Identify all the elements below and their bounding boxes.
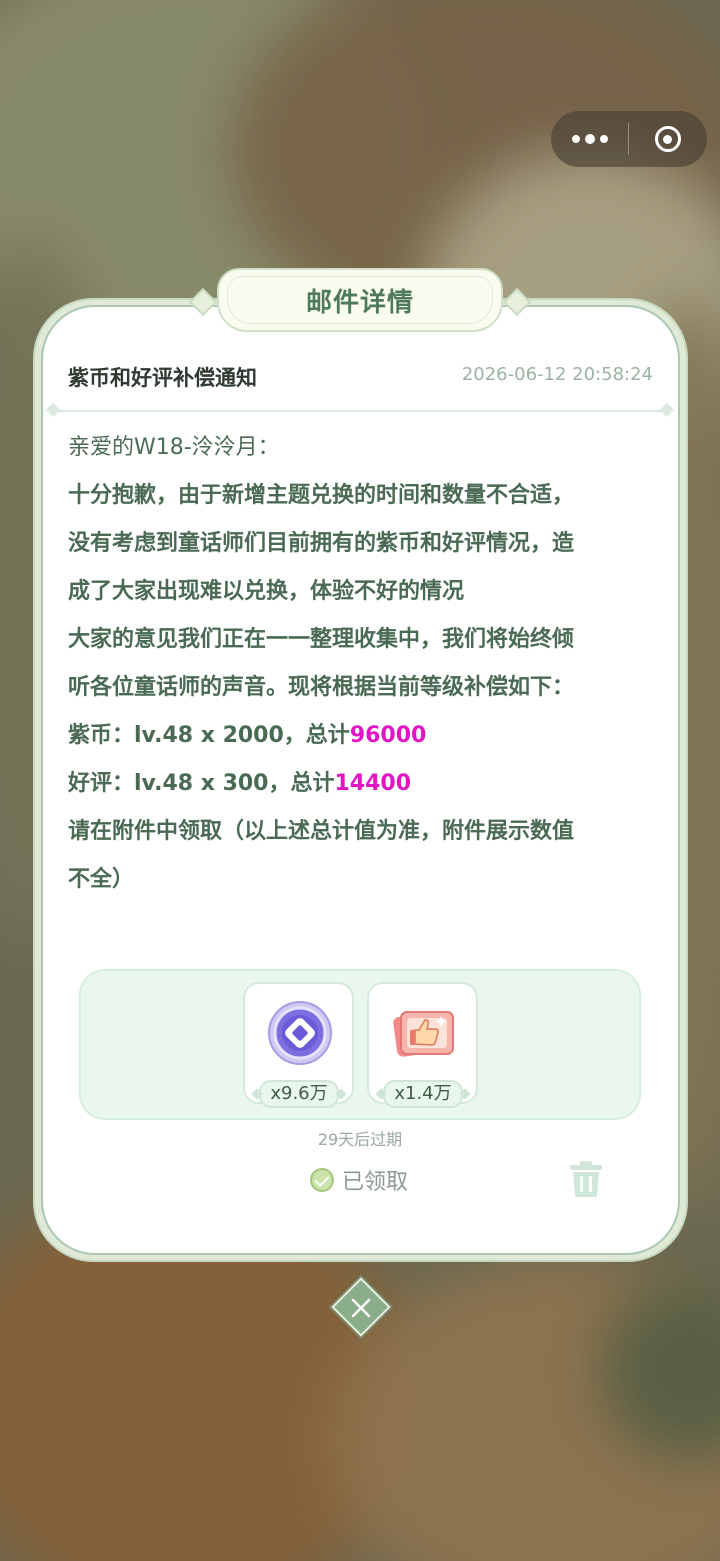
mail-note-line: 不全） [68, 867, 135, 892]
received-status: 已领取 [310, 1164, 408, 1196]
panel-title: 邮件详情 [305, 287, 414, 318]
title-plate: 邮件详情 [217, 268, 503, 332]
coin-compensation-line: 紫币：lv.48 x 2000，总计96000 [68, 712, 648, 760]
mail-body-line: 大家的意见我们正在一一整理收集中，我们将始终倾 [68, 627, 575, 652]
attachment-quantity: x9.6万 [259, 1080, 339, 1108]
coin-formula: 紫币：lv.48 x 2000，总计 [68, 723, 350, 748]
coin-total: 96000 [349, 723, 427, 748]
attachment-quantity: x1.4万 [383, 1080, 463, 1108]
exit-button[interactable] [629, 111, 706, 167]
mail-note-line: 请在附件中领取（以上述总计值为准，附件展示数值 [68, 819, 575, 844]
mail-subject: 紫币和好评补偿通知 [68, 366, 257, 390]
expire-text: 29天后过期 [317, 1130, 403, 1149]
attachments-area [79, 969, 641, 1120]
attachment-item-coin[interactable]: x9.6万 [243, 982, 354, 1108]
praise-compensation-line: 好评：lv.48 x 300，总计14400 [68, 760, 648, 808]
mail-body-line: 十分抱歉，由于新增主题兑换的时间和数量不合适， [68, 483, 575, 508]
mail-greeting: 亲爱的W18-泠泠月： [68, 435, 280, 460]
mail-body-line: 没有考虑到童话师们目前拥有的紫币和好评情况，造 [68, 531, 575, 556]
mini-program-capsule [551, 111, 707, 167]
check-icon [310, 1168, 334, 1192]
trash-icon[interactable] [568, 1160, 604, 1198]
mail-body-line: 听各位童话师的声音。现将根据当前等级补偿如下： [68, 675, 575, 700]
thumbs-up-card-icon [393, 1011, 454, 1057]
received-label: 已领取 [342, 1170, 409, 1195]
attachment-item-praise[interactable]: x1.4万 [367, 982, 478, 1108]
close-icon [351, 1298, 371, 1318]
praise-formula: 好评：lv.48 x 300，总计 [68, 771, 335, 796]
more-button[interactable] [551, 111, 628, 167]
purple-coin-icon [268, 1001, 332, 1065]
more-dots-icon [571, 134, 608, 144]
mail-body: 亲爱的W18-泠泠月： 十分抱歉，由于新增主题兑换的时间和数量不合适， 没有考虑… [68, 424, 648, 904]
header-divider [45, 402, 675, 418]
panel-title-tab: 邮件详情 [188, 268, 532, 334]
mail-timestamp: 2026-06-12 20:58:24 [461, 364, 653, 385]
praise-total: 14400 [334, 771, 412, 796]
mail-body-line: 成了大家出现难以兑换，体验不好的情况 [68, 579, 465, 604]
target-icon [654, 126, 681, 152]
